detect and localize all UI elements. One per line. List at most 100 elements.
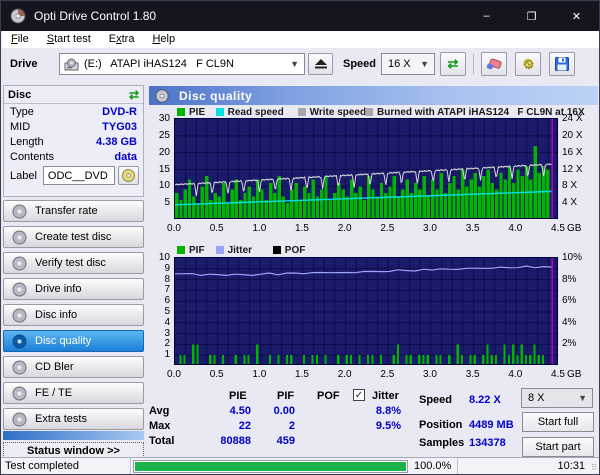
y2-axis-label: 4% [562,317,576,328]
y-axis-label: 4 [148,317,170,328]
burn-note-label: Burned with ATAPI iHAS124 F CL9N at 16X [377,107,585,118]
sidebar-item-cd-bler[interactable]: CD Bler [3,356,144,378]
chevron-down-icon: ▼ [290,59,299,69]
sidebar-item-disc-quality[interactable]: Disc quality [3,330,144,352]
legend-item: Write speed [298,107,367,117]
progress-bar [133,460,408,473]
sidebar-item-label: CD Bler [35,361,74,373]
field-label: Contents [10,151,54,163]
erase-disc-button[interactable] [481,52,507,76]
y-axis-label: 5 [148,306,170,317]
x-axis-label: 3.5 [460,369,486,380]
cd-icon [12,308,27,323]
y-axis-label: 9 [148,263,170,274]
disc-label-input[interactable] [43,166,115,185]
sidebar-item-create-test-disc[interactable]: Create test disc [3,226,144,248]
sidebar-item-label: Disc quality [35,335,91,347]
menu-file[interactable]: File [2,31,38,48]
stat-pif-value: 2 [239,420,295,432]
maximize-button[interactable]: ❐ [509,1,554,31]
sidebar-item-verify-test-disc[interactable]: Verify test disc [3,252,144,274]
field-label: Length [10,136,44,148]
chevron-down-icon: ▼ [420,59,429,69]
cd-icon [12,334,27,349]
x-axis-label: 2.5 [374,223,400,234]
minimize-button[interactable]: – [464,1,509,31]
start-full-button[interactable]: Start full [522,412,594,432]
menu-extra[interactable]: Extra [100,31,144,48]
x-axis-label: 1.0 [246,369,272,380]
legend-label: PIF [189,245,205,256]
stat-pif-value: 0.00 [239,405,295,417]
stat-right-value: 8.22 X [469,394,501,406]
title-bar: Opti Drive Control 1.80 – ❐ ✕ [1,1,599,31]
start-part-button[interactable]: Start part [522,437,594,457]
y-axis-label: 5 [148,197,170,208]
resize-grip[interactable]: ⠿ [591,463,597,472]
window-title: Opti Drive Control 1.80 [34,9,156,23]
legend-swatch [177,246,185,254]
write-label-button[interactable] [118,166,139,185]
save-button[interactable] [549,52,575,76]
legend-swatch [298,108,306,116]
cd-icon [12,204,27,219]
y-axis-label: 30 [148,113,170,124]
x-axis-label: 1.5 [289,369,315,380]
menu-bar: FileStart testExtraHelp [2,31,599,48]
disc-panel: Disc ⇄ TypeDVD-RMIDTYG03Length4.38 GBCon… [3,85,144,197]
sidebar-item-drive-info[interactable]: Drive info [3,278,144,300]
legend-label: Jitter [228,245,252,256]
page-title: Disc quality [179,89,252,103]
pie-chart-plot [174,118,558,219]
y2-axis-label: 2% [562,338,576,349]
jitter-chart-plot [174,257,558,365]
y2-axis-label: 8 X [562,180,577,191]
disc-field-row: Length 4.38 GB [4,134,143,149]
y-axis-label: 15 [148,164,170,175]
legend-label: Write speed [310,107,367,118]
legend-label: Read speed [228,107,284,118]
eraser-icon [486,58,502,70]
eject-button[interactable] [308,53,333,75]
x-axis-label: 3.0 [417,223,443,234]
stat-col-header: PIE [229,390,247,402]
drive-select[interactable]: (E:) ATAPI iHAS124 F CL9N ▼ [59,53,305,75]
sidebar-item-label: FE / TE [35,387,72,399]
refresh-disc-icon[interactable]: ⇄ [129,88,139,102]
status-bar: Test completed 100.0% 10:31 ⠿ [1,457,599,474]
field-value: 4.38 GB [96,136,137,148]
drive-icon [64,58,79,71]
y2-axis-label: 6% [562,295,576,306]
x-axis-label: 4.0 [502,369,528,380]
disc-field-row: TypeDVD-R [4,104,143,119]
burn-note: Burned with ATAPI iHAS124 F CL9N at 16X [365,107,585,117]
y2-axis-label: 16 X [562,147,583,158]
x-axis-label: 3.0 [417,369,443,380]
test-speed-value: 8 X [528,392,545,404]
menu-start-test[interactable]: Start test [38,31,100,48]
legend-item: PIE [177,107,205,117]
eject-icon [315,59,327,69]
sidebar-item-transfer-rate[interactable]: Transfer rate [3,200,144,222]
jitter-checkbox[interactable]: ✓ [353,389,365,401]
jitter-header: Jitter [372,390,399,402]
x-axis-label: 4.0 [502,223,528,234]
toolbar: Drive (E:) ATAPI iHAS124 F CL9N ▼ Speed … [2,48,599,82]
close-button[interactable]: ✕ [554,1,599,31]
sidebar-item-label: Drive info [35,283,81,295]
stat-right-label: Position [419,419,462,431]
toolbar-separator [473,54,474,74]
settings-button[interactable]: ⚙ [515,52,541,76]
stat-row-label: Total [149,435,174,447]
legend-swatch [177,108,185,116]
sidebar-item-disc-info[interactable]: Disc info [3,304,144,326]
test-speed-select[interactable]: 8 X ▼ [521,388,593,408]
sidebar-accent-strip [3,431,144,440]
disc-quality-icon [155,89,169,103]
sidebar-item-fe-te[interactable]: FE / TE [3,382,144,404]
refresh-button[interactable]: ⇄ [440,52,466,76]
speed-select[interactable]: 16 X ▼ [381,53,435,75]
stat-row-label: Max [149,420,170,432]
menu-help[interactable]: Help [143,31,184,48]
sidebar-item-extra-tests[interactable]: Extra tests [3,408,144,430]
